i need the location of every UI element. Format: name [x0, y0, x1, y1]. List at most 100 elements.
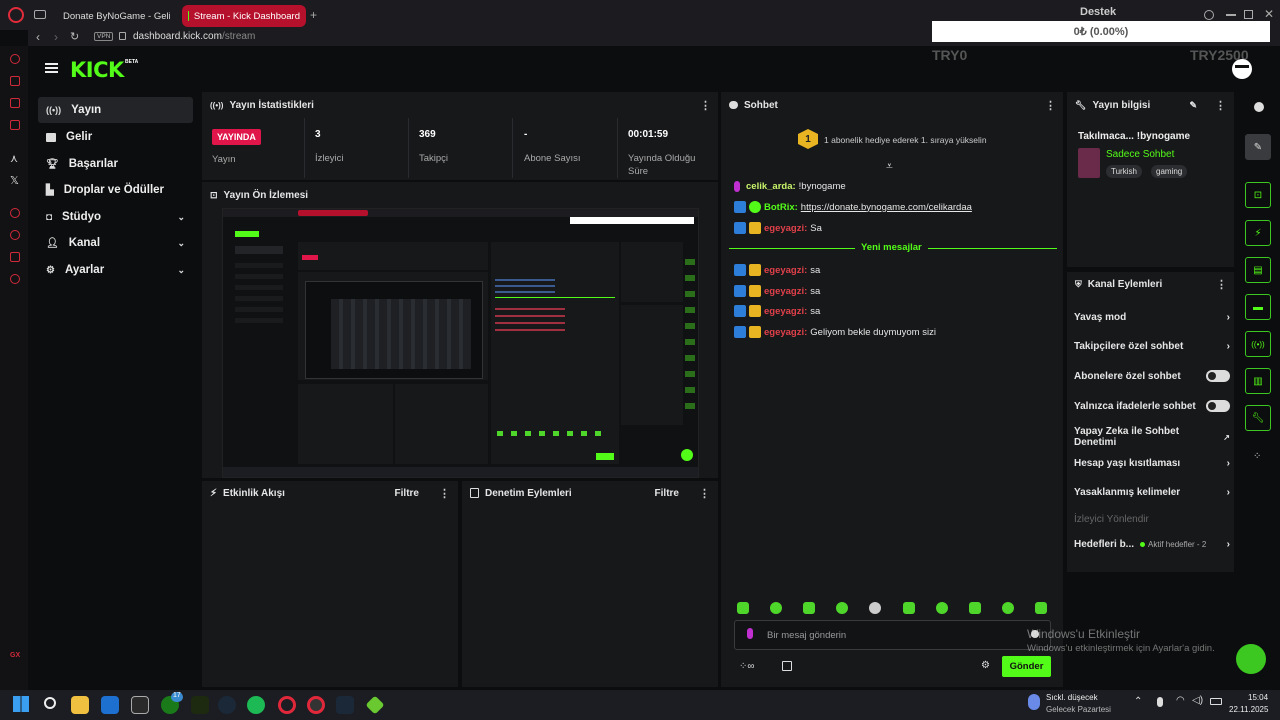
edit-layout-button[interactable]: ✎ — [1245, 134, 1271, 160]
kebab-menu-icon[interactable]: ⋮ — [439, 487, 450, 500]
opera-icon[interactable] — [278, 696, 296, 714]
sidebar-settings-icon[interactable] — [10, 274, 20, 284]
info-icon[interactable] — [1254, 102, 1264, 112]
activity-filter-button[interactable]: Filtre — [395, 488, 419, 499]
kebab-menu-icon[interactable]: ⋮ — [1215, 99, 1226, 112]
clock-date[interactable]: 22.11.2025 — [1229, 705, 1268, 714]
sidebar-item-ayarlar[interactable]: ⚙ Ayarlar ⌄ — [38, 257, 193, 283]
hamburger-menu-icon[interactable] — [45, 63, 58, 73]
tab-menu-icon[interactable] — [34, 10, 46, 19]
emote-icon[interactable] — [1002, 602, 1014, 614]
tag[interactable]: Turkish — [1106, 165, 1142, 178]
sidebar-item-gelir[interactable]: Gelir — [38, 124, 193, 150]
chat-username[interactable]: egeyagzi: — [764, 223, 807, 234]
sidebar-item-basarilar[interactable]: 🏆︎ Başarılar — [38, 151, 193, 177]
emote-icon[interactable] — [803, 602, 815, 614]
preview-toggle-button[interactable]: ⊡ — [1245, 182, 1271, 208]
url-field[interactable]: dashboard.kick.com/stream — [133, 31, 255, 42]
tab-kick-dashboard[interactable]: Stream - Kick Dashboard — [182, 5, 306, 27]
emote-icon[interactable] — [936, 602, 948, 614]
chat-username[interactable]: egeyagzi: — [764, 306, 807, 317]
emote-icon[interactable] — [1035, 602, 1047, 614]
sidebar-video-icon[interactable] — [10, 120, 20, 130]
wifi-icon[interactable]: ◠ — [1176, 695, 1185, 706]
action-account-age[interactable]: Hesap yaşı kısıtlaması › — [1074, 458, 1230, 469]
sidebar-item-kanal[interactable]: 👤︎ Kanal ⌄ — [38, 230, 193, 256]
emote-icon[interactable] — [869, 602, 881, 614]
stream-preview-video[interactable] — [222, 208, 699, 478]
chat-username[interactable]: egeyagzi: — [764, 265, 807, 276]
sidebar-item-droplar[interactable]: ▙ Droplar ve Ödüller — [38, 177, 193, 203]
tag[interactable]: gaming — [1151, 165, 1188, 178]
close-icon[interactable]: ✕ — [1264, 7, 1274, 21]
broadcast-toggle-button[interactable]: ((•)) — [1245, 331, 1271, 357]
kebab-menu-icon[interactable]: ⋮ — [699, 487, 710, 500]
steam-icon[interactable] — [218, 696, 236, 714]
action-followers-only[interactable]: Takipçilere özel sohbet › — [1074, 341, 1230, 352]
sidebar-item-yayin[interactable]: ((•)) Yayın — [38, 97, 193, 123]
sidebar-player-icon[interactable] — [10, 208, 20, 218]
sidebar-item-studyo[interactable]: ◘ Stüdyo ⌄ — [38, 204, 193, 230]
action-emotes-only[interactable]: Yalnızca ifadelerle sohbet — [1074, 400, 1230, 412]
chat-username[interactable]: egeyagzi: — [764, 327, 807, 338]
kebab-menu-icon[interactable]: ⋮ — [1045, 99, 1056, 112]
microphone-icon[interactable] — [1157, 697, 1163, 707]
more-apps-icon[interactable]: ⁘ — [1253, 451, 1261, 462]
action-slow-mode[interactable]: Yavaş mod › — [1074, 312, 1230, 323]
weather-title[interactable]: Sıckl. düşecek — [1046, 693, 1098, 702]
emote-icon[interactable] — [737, 602, 749, 614]
layout-toggle-button[interactable]: ▥ — [1245, 368, 1271, 394]
windows-start-icon[interactable] — [13, 696, 29, 712]
chat-users-icon[interactable]: ⁘∞ — [739, 661, 755, 672]
action-goals[interactable]: Hedefleri b... Aktif hedefler - 2 › — [1074, 539, 1230, 550]
new-tab-icon[interactable]: + — [310, 8, 317, 22]
emote-icon[interactable] — [770, 602, 782, 614]
activity-toggle-button[interactable]: ⚡︎ — [1245, 220, 1271, 246]
opera-gx-icon[interactable] — [307, 696, 325, 714]
moderation-toggle-button[interactable]: ▤ — [1245, 257, 1271, 283]
outlook-icon[interactable] — [101, 696, 119, 714]
spotify-icon[interactable] — [247, 696, 265, 714]
back-icon[interactable]: ‹ — [36, 30, 40, 44]
sidebar-opera-icon[interactable] — [10, 54, 20, 64]
kebab-menu-icon[interactable]: ⋮ — [700, 99, 711, 112]
reload-icon[interactable]: ↻ — [70, 30, 79, 43]
forward-icon[interactable]: › — [54, 30, 58, 44]
kick-logo[interactable]: KICK — [70, 58, 124, 82]
battery-icon[interactable] — [1210, 698, 1222, 705]
tray-chevron-icon[interactable]: ⌃ — [1134, 696, 1142, 707]
file-explorer-icon[interactable] — [71, 696, 89, 714]
sidebar-app-icon[interactable]: ⋏ — [10, 152, 18, 165]
chat-link[interactable]: https://donate.bynogame.com/celikardaa — [801, 202, 972, 213]
opera-logo-icon[interactable] — [8, 7, 24, 23]
steam-app-icon[interactable] — [336, 696, 354, 714]
search-tabs-icon[interactable] — [1204, 10, 1214, 20]
store-icon[interactable] — [782, 661, 792, 671]
sidebar-box-icon[interactable] — [10, 252, 20, 262]
tab-donate[interactable]: Donate ByNoGame - Geli — [52, 5, 170, 27]
category-name[interactable]: Sadece Sohbet — [1106, 149, 1174, 160]
chat-toggle-button[interactable]: ▬ — [1245, 294, 1271, 320]
chat-username[interactable]: egeyagzi: — [764, 286, 807, 297]
sidebar-history-icon[interactable] — [10, 230, 20, 240]
epic-games-icon[interactable] — [131, 696, 149, 714]
scroll-down-icon[interactable]: ⩡ — [886, 159, 893, 174]
minimize-icon[interactable] — [1226, 14, 1236, 16]
send-button[interactable]: Gönder — [1002, 656, 1051, 677]
emotes-only-toggle[interactable] — [1206, 400, 1230, 412]
emote-icon[interactable] — [836, 602, 848, 614]
moderation-filter-button[interactable]: Filtre — [655, 488, 679, 499]
sidebar-bag-icon[interactable] — [10, 76, 20, 86]
kebab-menu-icon[interactable]: ⋮ — [1216, 278, 1227, 291]
clock-time[interactable]: 15:04 — [1248, 693, 1268, 702]
emote-icon[interactable] — [903, 602, 915, 614]
avatar[interactable] — [1232, 59, 1252, 79]
chat-username[interactable]: BotRix: — [764, 202, 798, 213]
sidebar-x-icon[interactable]: 𝕏 — [10, 174, 19, 187]
nvidia-icon[interactable] — [191, 696, 209, 714]
action-ai-moderation[interactable]: Yapay Zeka ile Sohbet Denetimi ↗ — [1074, 426, 1230, 448]
vpn-badge[interactable]: VPN — [94, 32, 114, 41]
search-icon[interactable] — [44, 697, 56, 709]
tools-toggle-button[interactable]: 🔧︎ — [1245, 405, 1271, 431]
subscribers-only-toggle[interactable] — [1206, 370, 1230, 382]
